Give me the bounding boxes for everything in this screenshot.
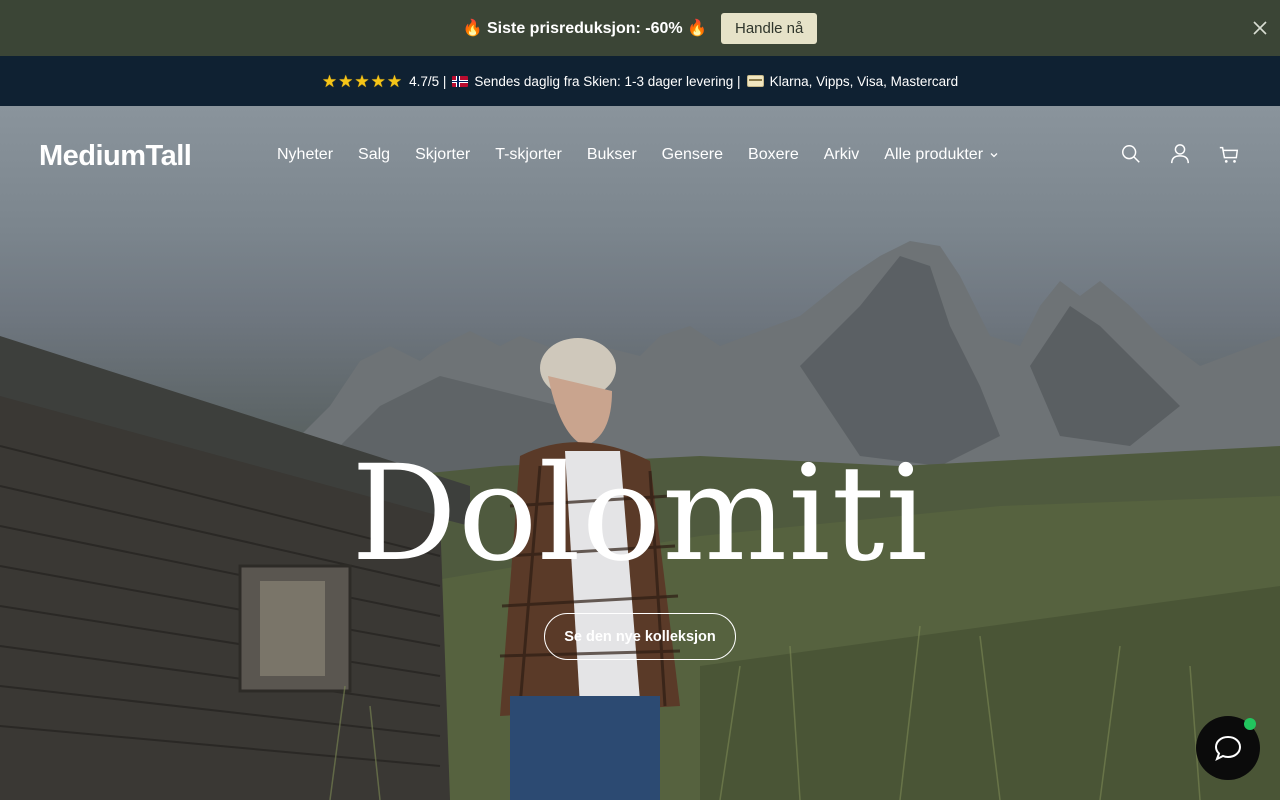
site-header: MediumTall Nyheter Salg Skjorter T-skjor… — [0, 106, 1280, 206]
nav-item-arkiv[interactable]: Arkiv — [824, 146, 860, 164]
logo[interactable]: MediumTall — [39, 140, 192, 173]
credit-card-icon — [746, 75, 764, 87]
payments-text: Klarna, Vipps, Visa, Mastercard — [769, 73, 959, 89]
star-icon: ★ — [354, 71, 370, 91]
collection-cta-button[interactable]: Se den nye kolleksjon — [544, 613, 736, 660]
nav-item-bukser[interactable]: Bukser — [587, 146, 637, 164]
nav-item-skjorter[interactable]: Skjorter — [415, 146, 470, 164]
rating-stars: ★ ★ ★ ★ ★ — [322, 73, 402, 90]
account-icon[interactable] — [1169, 142, 1191, 166]
announcement-text: 🔥 Siste prisreduksjon: -60% 🔥 — [462, 20, 707, 37]
chat-button[interactable] — [1196, 716, 1260, 780]
main-nav: Nyheter Salg Skjorter T-skjorter Bukser … — [277, 146, 999, 164]
cart-icon[interactable] — [1218, 142, 1240, 166]
hero-headline: Dolomiti — [351, 437, 929, 591]
online-indicator — [1244, 718, 1256, 730]
nav-item-all-products[interactable]: Alle produkter — [884, 146, 999, 164]
search-icon[interactable] — [1120, 142, 1142, 166]
close-icon[interactable] — [1250, 18, 1270, 38]
info-bar: ★ ★ ★ ★ ★ 4.7/5 | Sendes daglig fra Skie… — [0, 56, 1280, 106]
nav-item-salg[interactable]: Salg — [358, 146, 390, 164]
norway-flag-icon — [452, 75, 469, 87]
star-icon: ★ — [338, 71, 354, 91]
chat-bubble-icon — [1214, 735, 1242, 762]
star-icon: ★ — [386, 71, 403, 91]
nav-item-nyheter[interactable]: Nyheter — [277, 146, 333, 164]
announcement-bar: 🔥 Siste prisreduksjon: -60% 🔥 Handle nå — [0, 0, 1280, 56]
shipping-text: Sendes daglig fra Skien: 1-3 dager lever… — [474, 73, 741, 89]
nav-item-t-skjorter[interactable]: T-skjorter — [495, 146, 562, 164]
shop-now-button[interactable]: Handle nå — [720, 12, 818, 44]
star-icon: ★ — [321, 71, 338, 91]
header-actions — [1120, 142, 1240, 166]
chevron-down-icon — [990, 153, 998, 158]
nav-item-boxere[interactable]: Boxere — [748, 146, 799, 164]
star-icon: ★ — [370, 71, 386, 91]
rating-text: 4.7/5 | — [409, 73, 447, 89]
nav-item-label: Alle produkter — [884, 146, 984, 163]
nav-item-gensere[interactable]: Gensere — [662, 146, 723, 164]
